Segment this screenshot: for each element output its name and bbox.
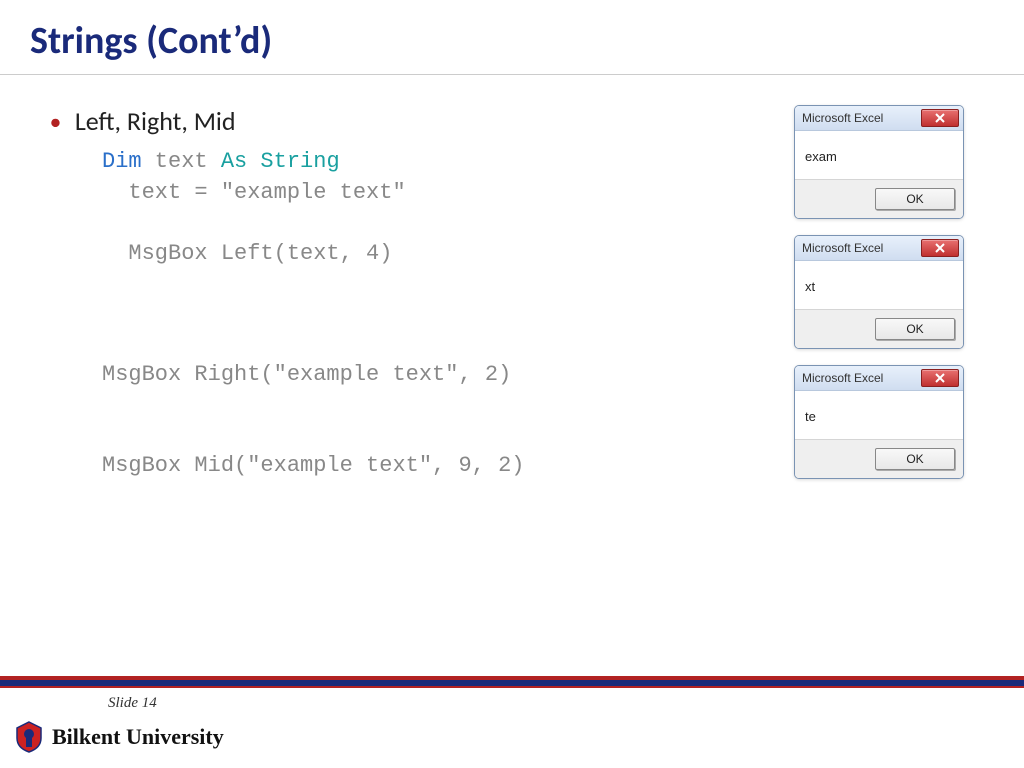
msgbox-titlebar: Microsoft Excel xyxy=(795,236,963,261)
university-logo-icon xyxy=(14,720,44,754)
code-right-call: MsgBox Right("example text", 2) xyxy=(102,362,511,387)
close-button[interactable] xyxy=(921,369,959,387)
msgbox-titlebar: Microsoft Excel xyxy=(795,106,963,131)
code-block-1: Dim text As String text = "example text"… xyxy=(102,147,794,270)
msgbox-footer: OK xyxy=(795,439,963,478)
close-icon xyxy=(935,373,945,383)
close-icon xyxy=(935,243,945,253)
keyword-dim: Dim xyxy=(102,149,142,174)
bullet-item: ● Left, Right, Mid xyxy=(50,105,794,137)
footer-band xyxy=(0,676,1024,688)
msgbox-dialog: Microsoft Excel exam OK xyxy=(794,105,964,219)
keyword-as-string: As String xyxy=(221,149,340,174)
msgbox-footer: OK xyxy=(795,309,963,348)
slide-number: Slide 14 xyxy=(108,695,157,712)
close-button[interactable] xyxy=(921,239,959,257)
ok-button[interactable]: OK xyxy=(875,318,955,340)
close-icon xyxy=(935,113,945,123)
text-column: ● Left, Right, Mid Dim text As String te… xyxy=(50,105,794,482)
content-area: ● Left, Right, Mid Dim text As String te… xyxy=(0,75,1024,482)
msgbox-dialog: Microsoft Excel te OK xyxy=(794,365,964,479)
msgbox-titlebar: Microsoft Excel xyxy=(795,366,963,391)
code-assign: text = "example text" xyxy=(102,180,406,205)
code-text-var: text xyxy=(142,149,221,174)
code-left-call: MsgBox Left(text, 4) xyxy=(102,241,392,266)
ok-button[interactable]: OK xyxy=(875,448,955,470)
bullet-icon: ● xyxy=(50,109,61,135)
university-name: Bilkent University xyxy=(52,724,224,750)
msgbox-body: te xyxy=(795,391,963,439)
msgbox-title-text: Microsoft Excel xyxy=(802,111,883,125)
close-button[interactable] xyxy=(921,109,959,127)
msgbox-title-text: Microsoft Excel xyxy=(802,371,883,385)
slide-title: Strings (Cont’d) xyxy=(0,0,1024,74)
msgbox-dialog: Microsoft Excel xt OK xyxy=(794,235,964,349)
code-block-3: MsgBox Mid("example text", 9, 2) xyxy=(102,451,794,482)
bullet-text: Left, Right, Mid xyxy=(75,105,236,137)
university-brand: Bilkent University xyxy=(14,720,224,754)
msgbox-body: exam xyxy=(795,131,963,179)
code-mid-call: MsgBox Mid("example text", 9, 2) xyxy=(102,453,524,478)
msgbox-column: Microsoft Excel exam OK Microsoft Excel … xyxy=(794,105,1004,482)
ok-button[interactable]: OK xyxy=(875,188,955,210)
msgbox-title-text: Microsoft Excel xyxy=(802,241,883,255)
code-block-2: MsgBox Right("example text", 2) xyxy=(102,360,794,391)
msgbox-body: xt xyxy=(795,261,963,309)
msgbox-footer: OK xyxy=(795,179,963,218)
